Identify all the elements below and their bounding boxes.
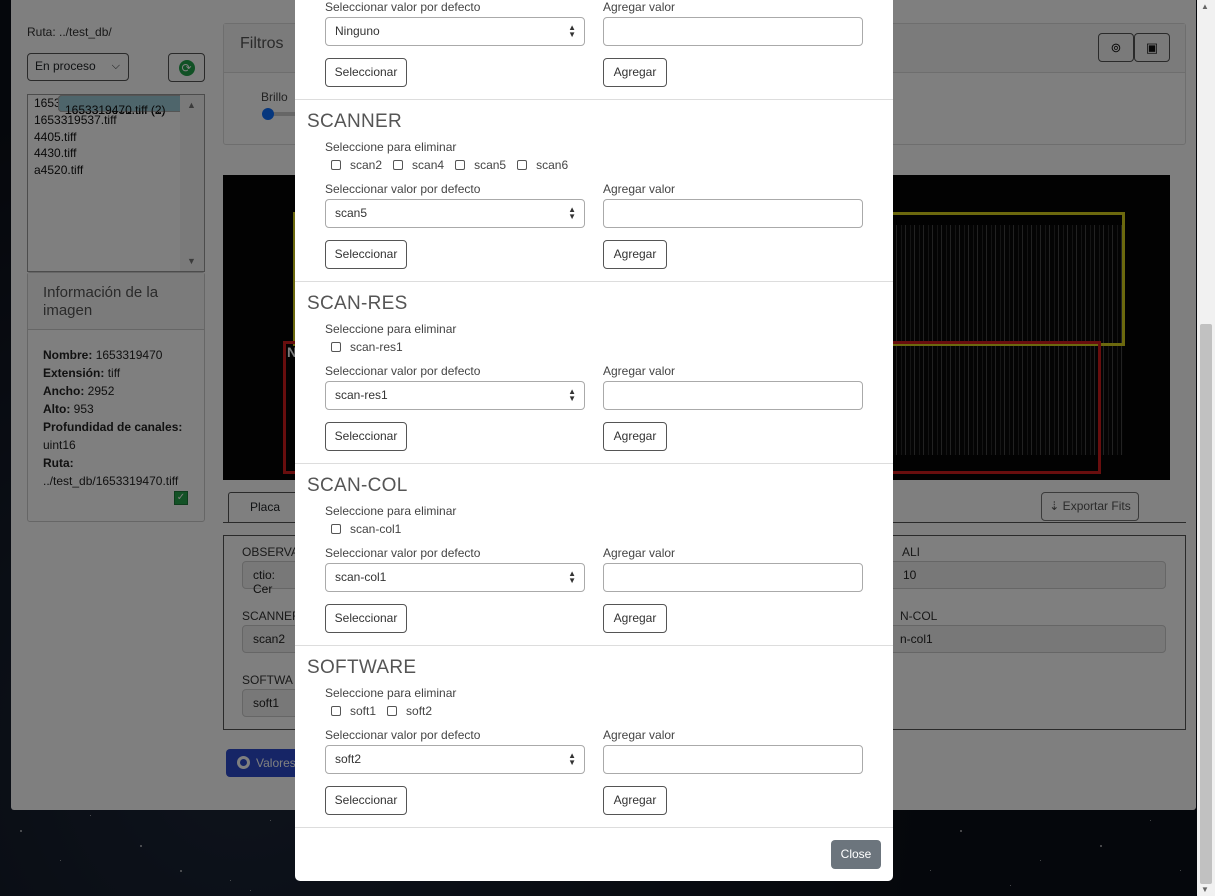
remove-options: scan-res1 (331, 340, 414, 354)
option-label: soft1 (350, 704, 377, 718)
remove-checkbox[interactable] (331, 524, 341, 534)
default-select-value: scan-col1 (335, 570, 387, 584)
add-value-input[interactable] (603, 199, 863, 228)
remove-checkbox[interactable] (517, 160, 528, 170)
add-button[interactable]: Agregar (603, 604, 667, 633)
remove-label: Seleccione para eliminar (325, 686, 457, 700)
option-label: scan-res1 (350, 340, 403, 354)
section-title: SCANNER (307, 111, 403, 132)
add-button[interactable]: Agregar (603, 240, 667, 269)
option-label: scan4 (412, 158, 445, 172)
section-title: SCAN-RES (307, 293, 408, 314)
scroll-down-icon[interactable]: ▼ (1201, 885, 1209, 894)
section-title: SOFTWARE (307, 657, 417, 678)
add-value-label: Agregar valor (603, 364, 676, 378)
option-label: scan2 (350, 158, 383, 172)
default-values-modal: Seleccionar valor por defecto Agregar va… (295, 0, 893, 881)
modal-section-scan-col: SCAN-COL Seleccione para eliminar scan-col… (295, 464, 893, 646)
default-select[interactable]: scan5 ▲ ▼ (325, 199, 585, 228)
option-label: scan5 (474, 158, 507, 172)
select-arrows-icon: ▲ ▼ (568, 569, 576, 585)
default-select-value: scan-res1 (335, 388, 388, 402)
remove-checkbox[interactable] (331, 160, 341, 170)
add-button[interactable]: Agregar (603, 786, 667, 815)
remove-label: Seleccione para eliminar (325, 140, 457, 154)
select-button[interactable]: Seleccionar (325, 786, 407, 815)
add-value-label: Agregar valor (603, 728, 676, 742)
option-label: scan-col1 (350, 522, 402, 536)
default-select[interactable]: Ninguno ▲ ▼ (325, 17, 585, 46)
default-select-value: scan5 (335, 206, 368, 220)
select-button[interactable]: Seleccionar (325, 422, 407, 451)
default-select-value: Ninguno (335, 24, 380, 38)
modal-section-scan-res: SCAN-RES Seleccione para eliminar scan-res… (295, 282, 893, 464)
close-button[interactable]: Close (831, 840, 881, 869)
default-select-value: soft2 (335, 752, 362, 766)
select-arrows-icon: ▲ ▼ (568, 23, 576, 39)
section-title: SCAN-COL (307, 475, 408, 496)
add-button[interactable]: Agregar (603, 58, 667, 87)
remove-label: Seleccione para eliminar (325, 322, 457, 336)
default-select[interactable]: scan-res1 ▲ ▼ (325, 381, 585, 410)
default-label: Seleccionar valor por defecto (325, 182, 481, 196)
default-select[interactable]: scan-col1 ▲ ▼ (325, 563, 585, 592)
add-value-label: Agregar valor (603, 546, 676, 560)
add-value-input[interactable] (603, 381, 863, 410)
select-arrows-icon: ▲ ▼ (568, 751, 576, 767)
add-value-input[interactable] (603, 17, 863, 46)
modal-section-software: SOFTWARE Seleccione para eliminar soft1 sof… (295, 646, 893, 828)
page-scrollbar[interactable]: ▲ ▼ (1197, 0, 1215, 896)
add-value-input[interactable] (603, 563, 863, 592)
default-label: Seleccionar valor por defecto (325, 364, 481, 378)
remove-options: soft1 soft2 (331, 704, 443, 718)
remove-checkbox[interactable] (455, 160, 466, 170)
select-button[interactable]: Seleccionar (325, 604, 407, 633)
remove-options: scan2 scan4 scan5 scan6 (331, 158, 579, 172)
scroll-up-icon[interactable]: ▲ (1201, 2, 1209, 11)
remove-checkbox[interactable] (331, 706, 341, 716)
add-value-label: Agregar valor (603, 0, 676, 14)
add-button[interactable]: Agregar (603, 422, 667, 451)
default-label: Seleccionar valor por defecto (325, 0, 481, 14)
remove-label: Seleccione para eliminar (325, 504, 457, 518)
default-label: Seleccionar valor por defecto (325, 728, 481, 742)
default-label: Seleccionar valor por defecto (325, 546, 481, 560)
remove-options: scan-col1 (331, 522, 412, 536)
default-select[interactable]: soft2 ▲ ▼ (325, 745, 585, 774)
modal-section-scanner: SCANNER Seleccione para eliminar scan2 scan… (295, 100, 893, 282)
select-arrows-icon: ▲ ▼ (568, 387, 576, 403)
add-value-label: Agregar valor (603, 182, 676, 196)
remove-checkbox[interactable] (393, 160, 404, 170)
option-label: scan6 (536, 158, 569, 172)
option-label: soft2 (406, 704, 433, 718)
scrollbar-thumb[interactable] (1200, 324, 1212, 884)
select-button[interactable]: Seleccionar (325, 240, 407, 269)
select-button[interactable]: Seleccionar (325, 58, 407, 87)
modal-section-top: Seleccionar valor por defecto Agregar va… (295, 0, 893, 100)
add-value-input[interactable] (603, 745, 863, 774)
remove-checkbox[interactable] (387, 706, 398, 716)
select-arrows-icon: ▲ ▼ (568, 205, 576, 221)
remove-checkbox[interactable] (331, 342, 341, 352)
